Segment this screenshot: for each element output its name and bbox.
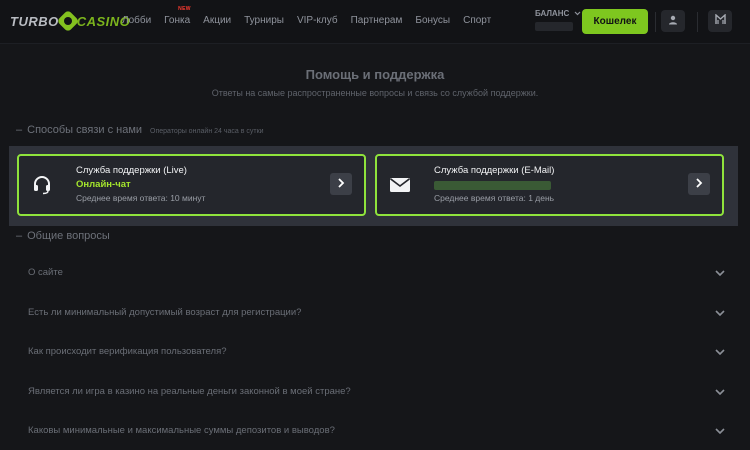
live-support-card[interactable]: Служба поддержки (Live) Онлайн-чат Средн… <box>17 154 366 216</box>
email-support-card[interactable]: Служба поддержки (E-Mail) Среднее время … <box>375 154 724 216</box>
header-divider <box>697 12 698 32</box>
page-subtitle: Ответы на самые распространенные вопросы… <box>211 88 539 98</box>
balance-value-hidden <box>535 22 573 32</box>
chevron-right-icon <box>695 175 703 193</box>
collapse-dash-icon: – <box>16 124 23 136</box>
chevron-down-icon <box>714 346 726 358</box>
email-support-open-button[interactable] <box>688 173 710 195</box>
chevron-down-icon <box>714 386 726 398</box>
email-support-title: Служба поддержки (E-Mail) <box>434 165 555 176</box>
live-support-open-button[interactable] <box>330 173 352 195</box>
faq-list: О сайте Есть ли минимальный допустимый в… <box>16 253 734 450</box>
faq-question: Является ли игра в казино на реальные де… <box>28 385 351 397</box>
faq-item[interactable]: Есть ли минимальный допустимый возраст д… <box>16 293 734 333</box>
nav-item-partners[interactable]: Партнерам <box>351 15 403 26</box>
chevron-down-icon <box>714 425 726 437</box>
main-nav: Лобби NEW Гонка Акции Турниры VIP-клуб П… <box>122 6 504 26</box>
nav-item-race-label: Гонка <box>164 15 191 26</box>
email-address-hidden <box>434 181 551 190</box>
nav-item-race[interactable]: NEW Гонка <box>164 6 191 26</box>
contacts-section-header[interactable]: – Способы связи с нами Операторы онлайн … <box>16 124 264 136</box>
faq-section-title: Общие вопросы <box>27 230 110 242</box>
faq-question: Каковы минимальные и максимальные суммы … <box>28 425 335 437</box>
balance-widget[interactable]: БАЛАНС <box>535 9 580 32</box>
extra-button[interactable] <box>708 10 732 32</box>
balance-label-row: БАЛАНС <box>535 9 580 18</box>
site-logo[interactable]: TURBO CASINO <box>10 9 130 33</box>
top-header: TURBO CASINO Лобби NEW Гонка Акции Турни… <box>0 0 750 44</box>
balance-label: БАЛАНС <box>535 9 570 18</box>
envelope-icon <box>389 174 411 196</box>
contact-methods-panel: Служба поддержки (Live) Онлайн-чат Средн… <box>9 146 738 226</box>
nav-item-tournaments[interactable]: Турниры <box>244 15 284 26</box>
logo-text-turbo: TURBO <box>10 13 59 29</box>
chevron-right-icon <box>337 175 345 193</box>
operators-note: Операторы онлайн 24 часа в сутки <box>150 128 264 135</box>
page-title: Помощь и поддержка <box>305 67 445 82</box>
live-response-time: Среднее время ответа: 10 минут <box>76 193 206 203</box>
nav-item-promotions[interactable]: Акции <box>203 15 231 26</box>
chevron-down-icon <box>574 9 581 18</box>
nav-item-bonuses[interactable]: Бонусы <box>415 15 450 26</box>
faq-item[interactable]: О сайте <box>16 253 734 293</box>
header-divider <box>655 12 656 32</box>
user-button[interactable] <box>661 10 685 32</box>
live-support-title: Служба поддержки (Live) <box>76 165 187 176</box>
logo-chip-icon <box>56 9 80 33</box>
chevron-down-icon <box>714 267 726 279</box>
nav-item-vip-club[interactable]: VIP-клуб <box>297 15 338 26</box>
faq-question: Есть ли минимальный допустимый возраст д… <box>28 306 302 318</box>
contacts-section-title: Способы связи с нами <box>27 124 143 136</box>
faq-item[interactable]: Каковы минимальные и максимальные суммы … <box>16 411 734 450</box>
faq-item[interactable]: Как происходит верификация пользователя? <box>16 332 734 372</box>
chevron-down-icon <box>714 307 726 319</box>
live-chat-label: Онлайн-чат <box>76 179 131 190</box>
faq-section-header[interactable]: – Общие вопросы <box>16 230 110 242</box>
main-content: Помощь и поддержка Ответы на самые распр… <box>0 44 750 450</box>
user-icon <box>668 12 678 30</box>
faq-question: О сайте <box>28 267 63 279</box>
nav-item-lobby[interactable]: Лобби <box>122 15 151 26</box>
headset-icon <box>31 174 53 196</box>
collapse-dash-icon: – <box>16 230 23 242</box>
nav-item-sport[interactable]: Спорт <box>463 15 491 26</box>
new-badge: NEW <box>178 6 191 12</box>
faq-item[interactable]: Является ли игра в казино на реальные де… <box>16 372 734 412</box>
faq-question: Как происходит верификация пользователя? <box>28 346 227 358</box>
email-response-time: Среднее время ответа: 1 день <box>434 193 555 203</box>
wallet-button[interactable]: Кошелек <box>582 9 648 34</box>
grid-icon <box>714 12 726 30</box>
